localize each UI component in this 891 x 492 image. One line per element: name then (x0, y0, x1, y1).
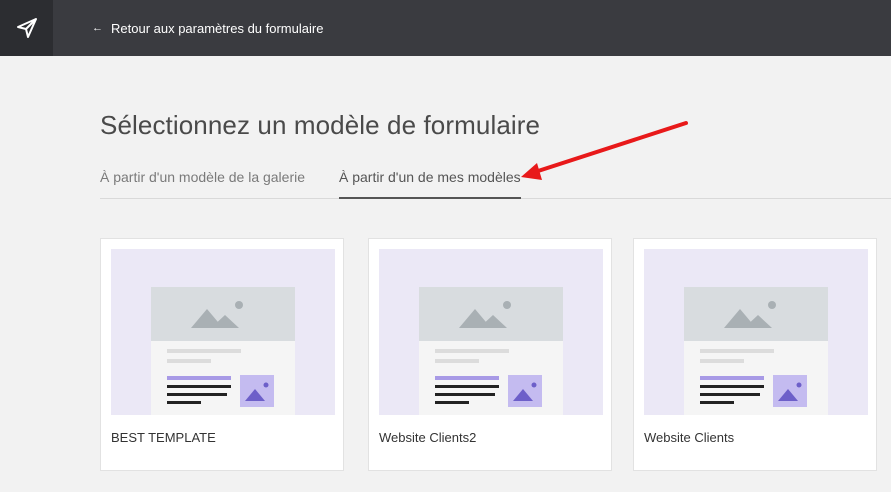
template-source-tabs: À partir d'un modèle de la galerie À par… (100, 156, 891, 199)
top-bar: ← Retour aux paramètres du formulaire (0, 0, 891, 56)
paper-plane-icon (16, 18, 37, 38)
arrow-left-icon: ← (92, 22, 103, 34)
tab-gallery-templates[interactable]: À partir d'un modèle de la galerie (100, 156, 305, 198)
template-thumbnail (644, 249, 868, 415)
template-card[interactable]: Website Clients (633, 238, 877, 471)
template-card[interactable]: Website Clients2 (368, 238, 612, 471)
app-logo[interactable] (0, 0, 53, 56)
template-card[interactable]: BEST TEMPLATE (100, 238, 344, 471)
page-title: Sélectionnez un modèle de formulaire (100, 110, 541, 140)
tab-my-templates[interactable]: À partir d'un de mes modèles (339, 156, 521, 199)
template-thumbnail (111, 249, 335, 415)
template-name: Website Clients2 (379, 430, 477, 445)
template-thumbnail (379, 249, 603, 415)
back-to-form-settings-link[interactable]: ← Retour aux paramètres du formulaire (92, 0, 323, 56)
template-name: BEST TEMPLATE (111, 430, 216, 445)
back-link-label: Retour aux paramètres du formulaire (111, 20, 324, 36)
template-name: Website Clients (644, 430, 735, 445)
